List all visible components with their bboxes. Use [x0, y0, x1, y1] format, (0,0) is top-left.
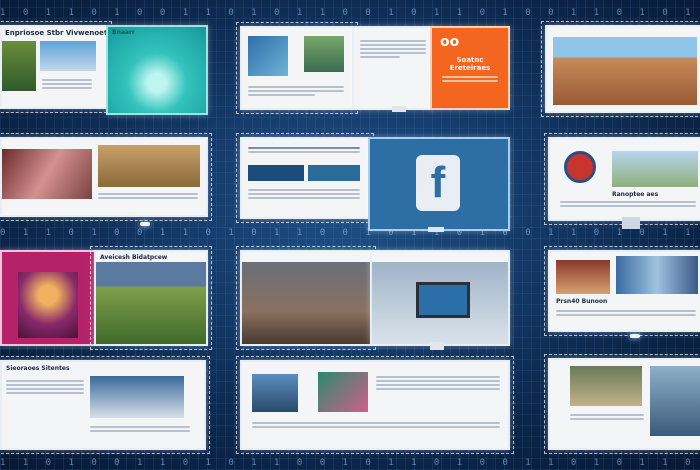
portrait-image [252, 374, 298, 412]
banner-image [308, 165, 360, 181]
monitor-stand [392, 106, 406, 112]
screen-tile-9[interactable]: Ranoptee aes [544, 133, 700, 225]
screen-tile-8[interactable]: f [368, 137, 510, 231]
monitor-stand [428, 227, 444, 232]
orange-title: Soatnc Ereteiraes [449, 56, 491, 72]
sea-image [650, 366, 700, 436]
forest-image [570, 366, 642, 406]
lotus-image [108, 27, 206, 113]
screen-tile-2[interactable]: Bnaarr [106, 25, 208, 115]
interior-image [556, 260, 610, 294]
glow-light [630, 334, 640, 338]
room-image [2, 149, 92, 199]
screen-tile-15[interactable] [236, 356, 514, 454]
wall-image [242, 262, 370, 344]
monitor-stand [430, 342, 444, 350]
sky-image [40, 41, 96, 71]
screen-tile-16[interactable] [544, 354, 700, 454]
screen-tile-12[interactable] [236, 246, 376, 350]
tile-header: Aveicesh Bidatpcew [100, 254, 168, 261]
landscape-image [612, 151, 698, 187]
glow-light [140, 222, 150, 226]
garden-image [96, 262, 206, 344]
screen-tile-14[interactable]: Sieoraoes Sitentes [0, 356, 210, 454]
screen-tile-3b[interactable] [352, 26, 434, 110]
portrait-image [248, 36, 288, 76]
screen-tile-1[interactable]: Enpriosoe Stbr Vivwenoettea [0, 21, 112, 113]
brand-badge-icon [564, 151, 596, 183]
art-image [318, 372, 368, 412]
tile-header: Sieoraoes Sitentes [6, 365, 70, 372]
plant-image [2, 41, 36, 91]
tile-header [2, 252, 94, 263]
figure-image [18, 272, 78, 338]
screen-tile-13[interactable]: Prsn40 Bunoon [544, 246, 700, 336]
screen-tile-6[interactable] [0, 133, 212, 221]
tile-header: Enpriosoe Stbr Vivwenoettea [5, 29, 106, 37]
people-image [616, 256, 698, 294]
binary-row: 1 0 1 1 0 1 0 0 1 1 0 1 0 1 1 0 0 1 0 1 … [0, 8, 700, 18]
screen-tile-4[interactable]: oo Soatnc Ereteiraes [430, 26, 510, 110]
carving-image [553, 37, 697, 105]
screen-tile-11[interactable]: Aveicesh Bidatpcew [90, 246, 212, 350]
chair-image [90, 376, 184, 418]
binary-row: 1 1 0 1 0 0 1 1 0 1 0 1 1 0 0 1 0 1 1 0 … [0, 458, 700, 468]
screen-tile-5[interactable] [541, 21, 700, 117]
tile-header: Bnaarr [112, 29, 135, 36]
thumb-image [304, 36, 344, 72]
screen-tile-10[interactable] [0, 250, 96, 346]
banner-image [248, 165, 304, 181]
screen-tile-3[interactable] [236, 22, 358, 114]
tile-header: Ranoptee aes [612, 191, 659, 198]
laptop-image [416, 282, 470, 318]
logo-o-icon: oo [440, 34, 460, 50]
map-image [98, 145, 200, 187]
tile-header: Prsn40 Bunoon [556, 298, 608, 305]
binary-row: 0 1 1 0 1 0 0 1 1 0 1 0 1 1 0 0 1 0 1 1 … [0, 228, 700, 238]
screen-tile-7[interactable] [236, 133, 374, 223]
facebook-f-icon: f [416, 155, 460, 211]
monitor-stand [622, 217, 640, 229]
screen-tile-12b[interactable] [370, 250, 510, 346]
